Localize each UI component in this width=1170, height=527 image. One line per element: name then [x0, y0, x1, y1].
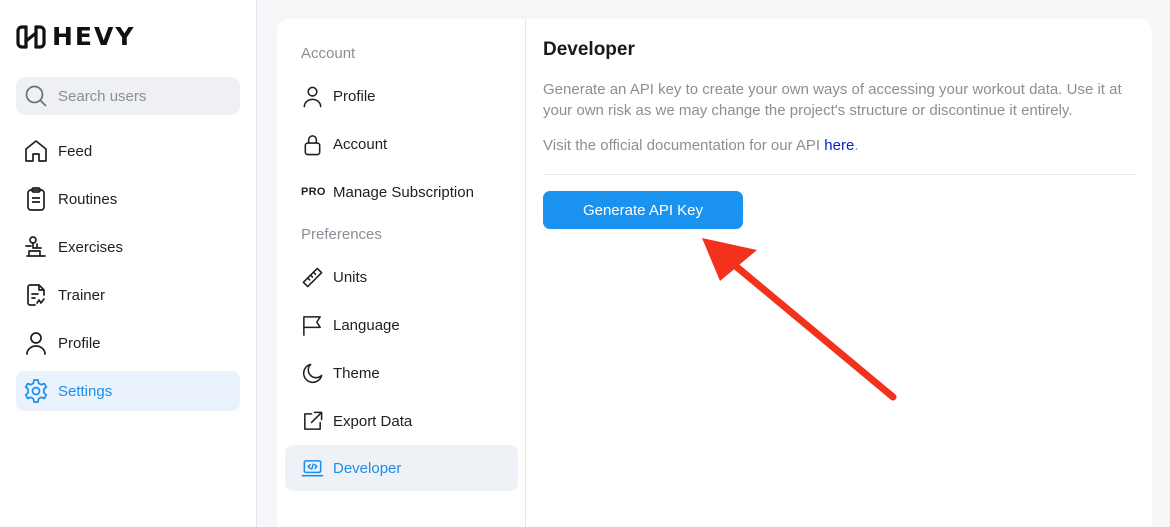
- nav-label: Feed: [58, 142, 93, 160]
- app-sidebar: HEVY Feed Routines Exercises Trainer Pro…: [0, 0, 257, 527]
- nav-label: Profile: [58, 334, 101, 352]
- pro-badge: PRO: [301, 186, 326, 198]
- user-icon: [26, 332, 46, 355]
- settings-item-export-data[interactable]: Export Data: [285, 398, 518, 444]
- settings-item-manage-subscription[interactable]: PRO Manage Subscription: [285, 169, 518, 215]
- section-label-preferences: Preferences: [301, 226, 382, 243]
- search-input[interactable]: [58, 87, 218, 105]
- settings-item-label: Export Data: [333, 412, 413, 430]
- annotation-arrow-icon: [702, 238, 897, 401]
- hevy-logo[interactable]: HEVY: [16, 22, 135, 51]
- external-link-icon: [304, 411, 323, 430]
- settings-item-label: Account: [333, 135, 388, 153]
- settings-item-label: Manage Subscription: [333, 183, 474, 201]
- nav-label: Settings: [58, 382, 113, 400]
- settings-item-profile[interactable]: Profile: [285, 73, 518, 119]
- user-icon: [303, 86, 322, 107]
- home-icon: [25, 140, 47, 162]
- lock-icon: [304, 134, 321, 155]
- flag-icon: [303, 315, 321, 336]
- settings-item-label: Theme: [333, 364, 380, 382]
- main-nav: Feed Routines Exercises Trainer Profile …: [16, 131, 240, 419]
- settings-item-label: Developer: [333, 459, 402, 477]
- settings-item-label: Profile: [333, 87, 376, 105]
- docs-prefix: Visit the official documentation for our…: [543, 137, 825, 154]
- gear-icon: [24, 379, 48, 403]
- code-laptop-icon: [301, 459, 324, 476]
- page-title: Developer: [543, 39, 635, 60]
- settings-item-label: Language: [333, 316, 400, 334]
- nav-item-feed[interactable]: Feed: [16, 131, 240, 171]
- nav-label: Exercises: [58, 238, 124, 256]
- exercise-icon: [25, 236, 46, 257]
- docs-line: Visit the official documentation for our…: [543, 137, 858, 154]
- moon-icon: [302, 363, 323, 383]
- settings-item-units[interactable]: Units: [285, 254, 518, 300]
- nav-item-exercises[interactable]: Exercises: [16, 227, 240, 267]
- settings-item-theme[interactable]: Theme: [285, 350, 518, 396]
- search-box[interactable]: [16, 77, 240, 115]
- divider: [543, 174, 1136, 175]
- nav-label: Routines: [58, 190, 118, 208]
- settings-item-label: Units: [333, 268, 368, 286]
- settings-menu: Account Profile Account PRO Manage Subsc…: [277, 19, 526, 527]
- nav-item-routines[interactable]: Routines: [16, 179, 240, 219]
- clipboard-icon: [27, 187, 45, 211]
- section-label-account: Account: [301, 45, 356, 62]
- docs-suffix: .: [854, 137, 859, 154]
- trainer-doc-icon: [27, 284, 45, 306]
- ruler-icon: [302, 267, 323, 287]
- app-name: HEVY: [52, 22, 136, 51]
- nav-item-trainer[interactable]: Trainer: [16, 275, 240, 315]
- docs-link[interactable]: here: [824, 137, 854, 154]
- hevy-logo-icon: [16, 24, 46, 49]
- nav-item-settings[interactable]: Settings: [16, 371, 240, 411]
- generate-api-key-button[interactable]: Generate API Key: [543, 191, 743, 229]
- search-icon: [25, 85, 47, 107]
- settings-item-account[interactable]: Account: [285, 121, 518, 167]
- nav-item-profile[interactable]: Profile: [16, 323, 240, 363]
- settings-item-language[interactable]: Language: [285, 302, 518, 348]
- settings-item-developer[interactable]: Developer: [285, 445, 518, 491]
- developer-description: Generate an API key to create your own w…: [543, 81, 1122, 119]
- nav-label: Trainer: [58, 286, 105, 304]
